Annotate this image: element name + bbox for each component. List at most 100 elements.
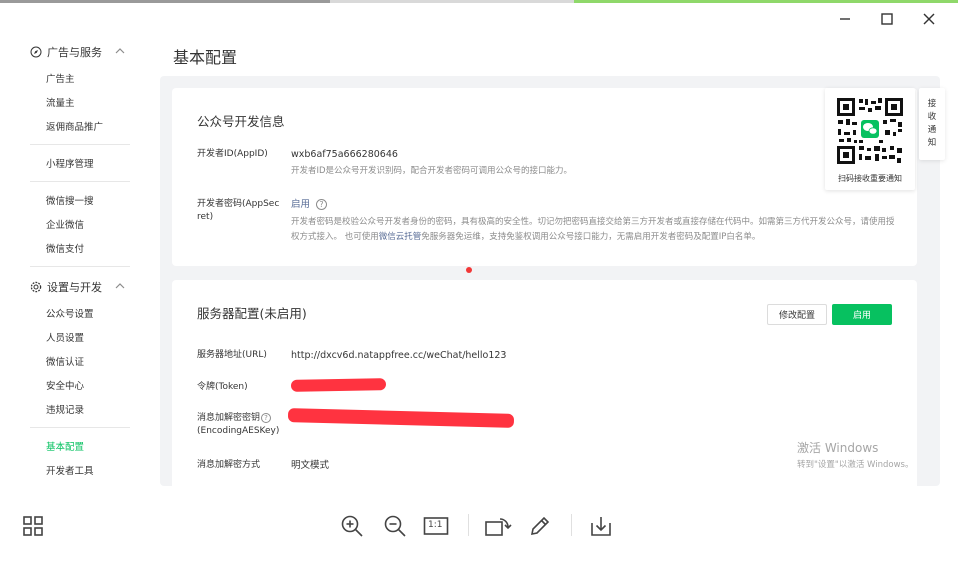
sidebar-item-dev-tools[interactable]: 开发者工具	[0, 458, 150, 482]
minimize-icon	[840, 18, 850, 20]
secret-value: 启用?	[291, 198, 328, 211]
gear-icon	[30, 281, 42, 293]
edit-button[interactable]	[526, 512, 554, 540]
sidebar-divider	[30, 266, 130, 267]
sidebar-item-search[interactable]: 微信搜一搜	[0, 188, 150, 212]
grid-button[interactable]	[19, 512, 47, 540]
top-bar-segment-green	[574, 0, 958, 3]
compass-icon	[30, 46, 42, 58]
dev-info-card: 公众号开发信息 开发者ID(AppID) wxb6af75a666280646 …	[172, 88, 917, 266]
sidebar-divider	[30, 144, 130, 145]
sidebar-item-commission[interactable]: 返佣商品推广	[0, 114, 150, 138]
secret-desc-text: 权方式接入。 也可使用	[291, 232, 379, 242]
secret-desc-line2: 权方式接入。 也可使用微信云托管免服务器免运维，支持免鉴权调用公众号接口能力，无…	[291, 230, 901, 245]
sidebar-item-pay[interactable]: 微信支付	[0, 236, 150, 260]
appid-label: 开发者ID(AppID)	[197, 149, 268, 159]
actual-size-label: 1:1	[428, 520, 443, 530]
toolbar-separator	[571, 514, 572, 536]
appid-desc: 开发者ID是公众号开发识别码，配合开发者密码可调用公众号的接口能力。	[291, 166, 573, 176]
sidebar-divider	[30, 427, 130, 428]
maximize-icon	[881, 13, 893, 25]
secret-desc: 开发者密码是校验公众号开发者身份的密码，具有极高的安全性。切记勿把密码直接交给第…	[291, 215, 901, 245]
side-char: 通	[927, 125, 937, 135]
secret-desc-line1: 开发者密码是校验公众号开发者身份的密码，具有极高的安全性。切记勿把密码直接交给第…	[291, 217, 895, 227]
zoom-out-button[interactable]	[381, 512, 409, 540]
toolbar-separator	[468, 514, 469, 536]
qr-notification-panel: 扫码接收重要通知	[825, 88, 915, 190]
zoom-in-icon	[341, 515, 363, 537]
sidebar-item-security[interactable]: 安全中心	[0, 373, 150, 397]
page-title: 基本配置	[173, 48, 238, 67]
zoom-in-button[interactable]	[338, 512, 366, 540]
cloud-hosting-link[interactable]: 微信云托管	[379, 232, 422, 242]
notification-dot	[466, 267, 472, 273]
secret-label-line1: 开发者密码(AppSec	[197, 199, 280, 209]
server-config-title: 服务器配置(未启用)	[197, 306, 307, 321]
pen-icon	[530, 516, 550, 536]
secret-label-line2: ret)	[197, 212, 214, 222]
rotate-icon	[485, 518, 512, 536]
receive-notification-tab[interactable]: 接 收 通 知	[919, 88, 945, 160]
main-content: 基本配置 公众号开发信息 开发者ID(AppID) wxb6af75a66628…	[160, 36, 940, 490]
maximize-button[interactable]	[866, 8, 908, 30]
sidebar-item-work-wechat[interactable]: 企业微信	[0, 212, 150, 236]
viewer-toolbar: 1:1	[0, 488, 958, 566]
zoom-out-icon	[384, 515, 406, 537]
window-controls	[824, 8, 950, 30]
chevron-up-icon	[115, 48, 125, 54]
close-icon	[923, 13, 935, 25]
actual-size-button[interactable]: 1:1	[422, 512, 450, 540]
sidebar-group-label: 广告与服务	[47, 46, 102, 59]
aes-key-redaction	[287, 408, 515, 428]
modify-config-button[interactable]: 修改配置	[767, 304, 827, 325]
chevron-up-icon	[115, 283, 125, 289]
qr-code-icon	[835, 96, 905, 166]
minimize-button[interactable]	[824, 8, 866, 30]
download-icon	[591, 517, 611, 536]
side-char: 接	[927, 99, 937, 109]
grid-icon	[23, 516, 43, 536]
sidebar-group-settings[interactable]: 设置与开发	[0, 273, 150, 301]
secret-enable-link[interactable]: 启用	[291, 199, 310, 210]
mode-label: 消息加解密方式	[197, 460, 261, 470]
aes-label: 消息加解密密钥? (EncodingAESKey)	[197, 412, 279, 438]
window-top-progress	[0, 0, 958, 3]
sidebar-item-violations[interactable]: 违规记录	[0, 397, 150, 421]
aes-label-line2: (EncodingAESKey)	[197, 426, 280, 436]
mode-value: 明文模式	[291, 460, 330, 471]
watermark-line1: 激活 Windows	[797, 441, 879, 455]
secret-desc-text: 免服务器免运维，支持免鉴权调用公众号接口能力，无需启用开发者密码及配置IP白名单…	[421, 232, 761, 242]
sidebar-item-account-settings[interactable]: 公众号设置	[0, 301, 150, 325]
sidebar-item-advertiser[interactable]: 广告主	[0, 66, 150, 90]
sidebar-item-verification[interactable]: 微信认证	[0, 349, 150, 373]
url-value: http://dxcv6d.natappfree.cc/weChat/hello…	[291, 350, 507, 361]
top-bar-segment-dark	[0, 0, 330, 3]
sidebar-divider	[30, 181, 130, 182]
sidebar-item-publisher[interactable]: 流量主	[0, 90, 150, 114]
sidebar-item-members[interactable]: 人员设置	[0, 325, 150, 349]
sidebar-group-ads[interactable]: 广告与服务	[0, 38, 150, 66]
dev-info-title: 公众号开发信息	[197, 114, 285, 129]
enable-button[interactable]: 启用	[832, 304, 892, 325]
sidebar-group-label: 设置与开发	[47, 281, 102, 294]
sidebar-item-basic-config[interactable]: 基本配置	[0, 434, 150, 458]
url-label: 服务器地址(URL)	[197, 350, 267, 360]
rotate-button[interactable]	[484, 512, 512, 540]
token-redaction	[290, 378, 387, 392]
help-icon[interactable]: ?	[316, 199, 328, 210]
aes-label-line1: 消息加解密密钥?	[197, 412, 279, 425]
close-button[interactable]	[908, 8, 950, 30]
qr-caption: 扫码接收重要通知	[838, 174, 902, 183]
side-char: 收	[927, 112, 937, 122]
help-icon[interactable]: ?	[261, 412, 272, 423]
appid-value: wxb6af75a666280646	[291, 149, 398, 160]
aes-label-text: 消息加解密密钥	[197, 413, 261, 423]
secret-label: 开发者密码(AppSec ret)	[197, 198, 279, 224]
sidebar-item-miniprogram[interactable]: 小程序管理	[0, 151, 150, 175]
token-label: 令牌(Token)	[197, 382, 248, 392]
sidebar-nav: 广告与服务 广告主 流量主 返佣商品推广 小程序管理 微信搜一搜 企业微信 微信…	[0, 36, 150, 486]
windows-activation-watermark: 激活 Windows 转到"设置"以激活 Windows。	[797, 439, 913, 470]
download-button[interactable]	[587, 512, 615, 540]
side-char: 知	[927, 138, 937, 148]
watermark-line2: 转到"设置"以激活 Windows。	[797, 460, 914, 470]
